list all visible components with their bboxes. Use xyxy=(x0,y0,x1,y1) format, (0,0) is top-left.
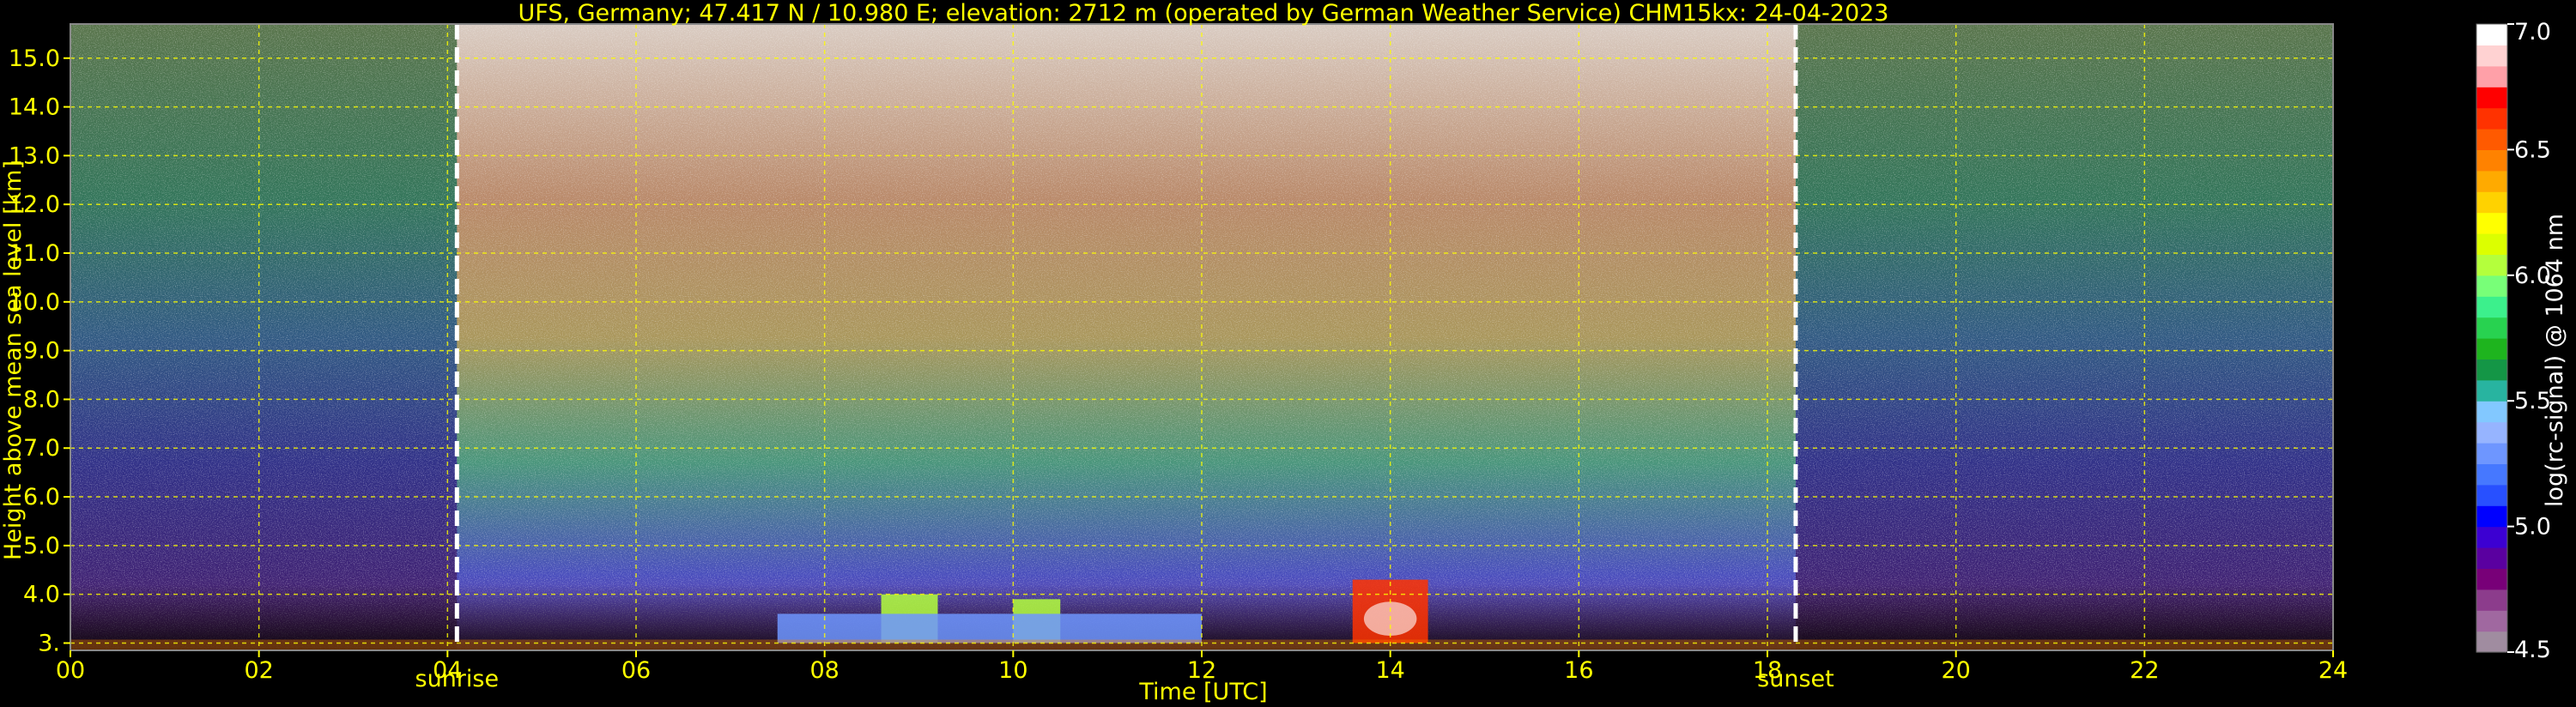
y-tick-label-0: 3. xyxy=(38,630,60,656)
x-tick-label-5: 10 xyxy=(998,657,1027,684)
colorbar-tick-label-4: 6.5 xyxy=(2514,136,2551,163)
colorbar-label: log(rc-signal) @ 1064 nm xyxy=(2542,214,2568,507)
x-tick-label-3: 06 xyxy=(621,657,651,684)
x-tick-label-9: 18 xyxy=(1753,657,1782,684)
colorbar-swatch-22 xyxy=(2476,170,2507,192)
colorbar-swatch-25 xyxy=(2476,107,2507,130)
colorbar-swatch-2 xyxy=(2476,589,2507,611)
colorbar-swatch-27 xyxy=(2476,65,2507,88)
x-tick-label-8: 16 xyxy=(1564,657,1593,684)
colorbar-tick-label-1: 5.0 xyxy=(2514,514,2551,541)
chart-svg: sunrise sunset 00 02 04 06 08 10 12 14 16 18 20 22 24… xyxy=(0,0,2568,705)
colorbar-swatch-16 xyxy=(2476,296,2507,318)
x-tick-label-2: 04 xyxy=(433,657,462,684)
chart-title: UFS, Germany; 47.417 N / 10.980 E; eleva… xyxy=(518,0,1889,27)
x-axis-label: Time [UTC] xyxy=(1138,679,1267,705)
y-tick-label-2: 5.0 xyxy=(23,533,60,559)
x-tick-label-11: 22 xyxy=(2130,657,2159,684)
y-tick-label-1: 4.0 xyxy=(23,582,60,608)
x-tick-label-4: 08 xyxy=(809,657,839,684)
colorbar-swatch-23 xyxy=(2476,149,2507,172)
y-tick-label-5: 8.0 xyxy=(23,386,60,413)
y-tick-label-11: 14.0 xyxy=(9,94,60,121)
colorbar-swatch-1 xyxy=(2476,610,2507,632)
colorbar-swatch-21 xyxy=(2476,191,2507,214)
colorbar-swatch-6 xyxy=(2476,505,2507,528)
y-axis-label: Height above mean sea level [km] xyxy=(0,160,27,560)
colorbar-swatch-24 xyxy=(2476,129,2507,150)
colorbar-swatch-29 xyxy=(2476,24,2507,45)
colorbar-swatch-28 xyxy=(2476,45,2507,67)
lidar-chart: sunrise sunset 00 02 04 06 08 10 12 14 16 18 20 22 24… xyxy=(0,0,2576,707)
colorbar-swatch-0 xyxy=(2476,631,2507,653)
colorbar-swatch-26 xyxy=(2476,87,2507,109)
colorbar-swatch-9 xyxy=(2476,443,2507,464)
colorbar-swatch-19 xyxy=(2476,233,2507,255)
y-tick-label-12: 15.0 xyxy=(9,45,60,72)
colorbar-swatch-10 xyxy=(2476,421,2507,444)
colorbar: 4.55.05.56.06.57.0 xyxy=(2476,19,2551,663)
colorbar-swatch-15 xyxy=(2476,317,2507,339)
x-tick-label-1: 02 xyxy=(244,657,273,684)
y-tick-label-6: 9.0 xyxy=(23,338,60,365)
backscatter-feature-3 xyxy=(777,613,1202,644)
colorbar-swatch-18 xyxy=(2476,254,2507,276)
colorbar-tick-label-0: 4.5 xyxy=(2514,637,2551,663)
colorbar-swatch-8 xyxy=(2476,463,2507,486)
x-tick-label-12: 24 xyxy=(2318,657,2348,684)
x-tick-label-0: 00 xyxy=(56,657,85,684)
colorbar-swatch-4 xyxy=(2476,547,2507,569)
y-tick-label-3: 6.0 xyxy=(23,484,60,511)
x-tick-label-10: 20 xyxy=(1941,657,1970,684)
colorbar-tick-label-5: 7.0 xyxy=(2514,19,2551,45)
x-tick-label-7: 14 xyxy=(1375,657,1404,684)
colorbar-swatch-17 xyxy=(2476,275,2507,297)
colorbar-swatch-20 xyxy=(2476,212,2507,234)
y-tick-label-4: 7.0 xyxy=(23,435,60,462)
colorbar-swatch-14 xyxy=(2476,338,2507,360)
colorbar-swatch-5 xyxy=(2476,526,2507,548)
colorbar-swatch-12 xyxy=(2476,379,2507,402)
colorbar-swatch-11 xyxy=(2476,401,2507,423)
colorbar-swatch-13 xyxy=(2476,359,2507,381)
colorbar-swatch-7 xyxy=(2476,484,2507,506)
colorbar-swatch-3 xyxy=(2476,568,2507,590)
